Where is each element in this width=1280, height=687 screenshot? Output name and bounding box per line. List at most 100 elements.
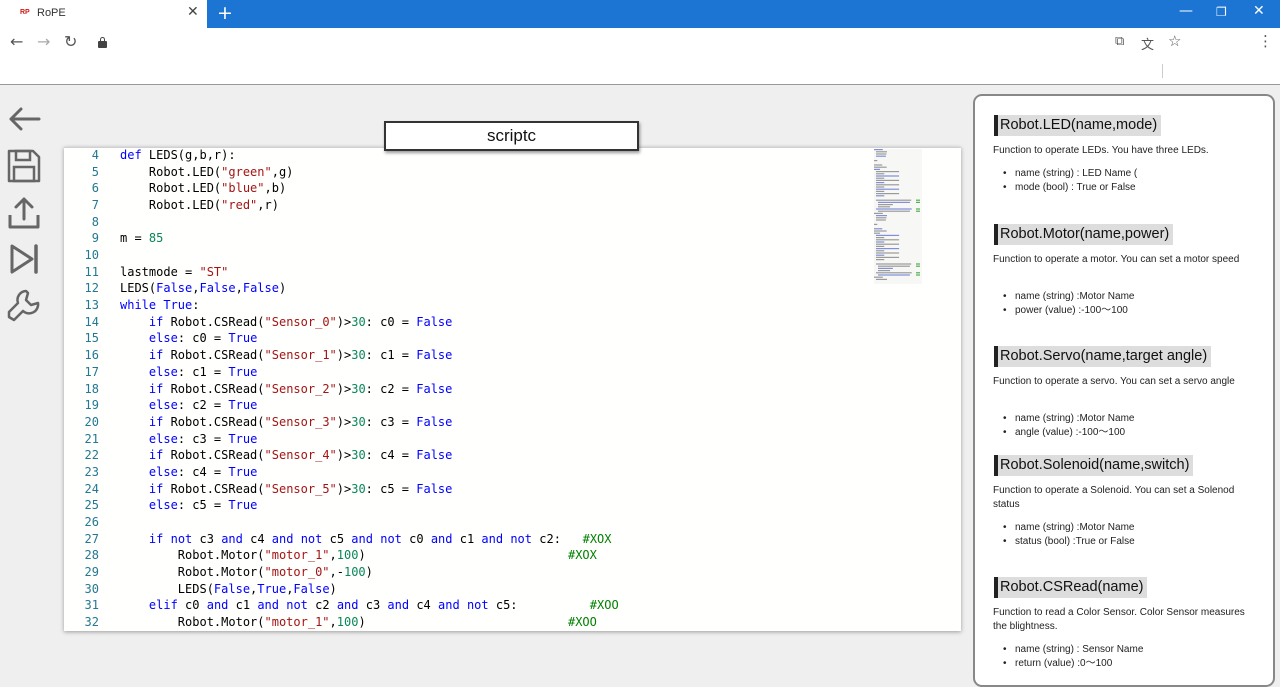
code-text[interactable]: if Robot.CSRead("Sensor_2")>30: c2 = Fal… [120, 381, 452, 398]
code-text[interactable]: else: c1 = True [120, 364, 257, 381]
new-tab-icon[interactable]: + [217, 2, 233, 24]
api-parameter-item: angle (value) :-100〜100 [1003, 426, 1125, 440]
api-function-heading: Robot.LED(name,mode) [994, 115, 1162, 136]
api-parameter-item: power (value) :-100〜100 [1003, 304, 1128, 318]
line-number: 10 [84, 248, 99, 263]
editor-minimap[interactable] [874, 149, 922, 284]
run-step-icon[interactable] [6, 241, 42, 277]
minimap-line [874, 228, 883, 230]
restore-icon[interactable]: ❐ [1216, 5, 1227, 19]
upload-icon[interactable] [6, 195, 42, 231]
bookmark-star-icon[interactable]: ☆ [1168, 32, 1181, 50]
code-text[interactable]: Robot.LED("red",r) [120, 197, 279, 214]
code-text[interactable]: else: c0 = True [120, 330, 257, 347]
code-text[interactable]: else: c5 = True [120, 497, 257, 514]
minimap-line [876, 252, 900, 254]
open-external-icon[interactable]: ⧉ [1115, 34, 1124, 49]
line-number: 12 [84, 281, 99, 296]
minimap-line [876, 153, 887, 155]
api-parameter-item: name (string) : Sensor Name [1003, 643, 1143, 657]
line-number: 24 [84, 481, 99, 496]
minimap-comment [916, 274, 920, 276]
minimap-line [876, 272, 912, 274]
api-function-description: Function to operate LEDs. You have three… [993, 145, 1209, 156]
minimap-line [876, 151, 887, 153]
line-number: 9 [91, 231, 99, 246]
minimap-line [874, 149, 883, 151]
code-text[interactable]: if Robot.CSRead("Sensor_1")>30: c1 = Fal… [120, 347, 452, 364]
minimap-line [876, 234, 900, 236]
lock-icon[interactable] [98, 37, 107, 48]
minimap-line [876, 248, 900, 250]
code-text[interactable]: elif c0 and c1 and not c2 and c3 and c4 … [120, 597, 619, 614]
minimap-line [874, 276, 883, 278]
tab-close-icon[interactable]: ✕ [187, 4, 199, 20]
code-text[interactable]: Robot.LED("blue",b) [120, 180, 286, 197]
minimap-line [876, 243, 900, 245]
code-text[interactable]: Robot.Motor("motor_1",100) #XOX [120, 547, 597, 564]
script-title[interactable]: scriptc [384, 121, 639, 151]
code-text[interactable]: def LEDS(g,b,r): [120, 147, 236, 164]
code-text[interactable]: if Robot.CSRead("Sensor_3")>30: c3 = Fal… [120, 414, 452, 431]
minimap-line [876, 241, 885, 243]
api-parameter-item: name (string) :Motor Name [1003, 290, 1135, 304]
code-text[interactable]: Robot.Motor("motor_1",100) #XOO [120, 614, 597, 631]
minimap-line [878, 206, 891, 208]
bookmark-bar [0, 58, 1280, 85]
code-editor[interactable]: 4 def LEDS(g,b,r): 5 Robot.LED("green",g) 6… [64, 147, 961, 631]
minimap-line [876, 175, 900, 177]
api-parameter-item: name (string) :Motor Name [1003, 412, 1135, 426]
line-number: 21 [84, 431, 99, 446]
api-parameter-item: status (bool) :True or False [1003, 535, 1135, 549]
code-text[interactable]: if not c3 and c4 and not c5 and not c0 a… [120, 531, 612, 548]
line-number: 8 [91, 214, 99, 229]
line-number: 29 [84, 565, 99, 579]
tab-title: RoPE [37, 7, 66, 19]
window-close-icon[interactable]: ✕ [1253, 3, 1265, 19]
back-arrow-icon[interactable]: ← [10, 32, 23, 51]
code-text[interactable]: LEDS(False,True,False) [120, 581, 337, 598]
minimap-line [878, 265, 910, 267]
minimap-line [876, 186, 885, 188]
code-text[interactable]: if Robot.CSRead("Sensor_4")>30: c4 = Fal… [120, 447, 452, 464]
forward-arrow-icon[interactable]: → [37, 32, 50, 51]
minimap-line [876, 217, 887, 219]
browser-tab[interactable]: RP RoPE ✕ [0, 0, 207, 28]
reload-icon[interactable]: ↻ [64, 32, 77, 51]
minimize-icon[interactable]: — [1179, 3, 1193, 19]
translate-icon[interactable]: 文 [1141, 34, 1154, 53]
wrench-icon[interactable] [6, 287, 42, 323]
code-text[interactable]: LEDS(False,False,False) [120, 280, 286, 297]
minimap-line [876, 239, 900, 241]
minimap-line [878, 274, 910, 276]
api-function-description: Function to operate a servo. You can set… [993, 376, 1235, 387]
line-number: 32 [84, 615, 99, 630]
api-function-heading: Robot.Solenoid(name,switch) [994, 455, 1194, 476]
bookmark-separator [1162, 64, 1163, 78]
line-number: 22 [84, 448, 99, 463]
minimap-line [876, 208, 912, 210]
minimap-comment [916, 263, 920, 265]
browser-toolbar: ← → ↻ ⧉ 文 ☆ ⋮ [0, 28, 1280, 58]
minimap-line [876, 179, 900, 181]
code-text[interactable]: if Robot.CSRead("Sensor_0")>30: c0 = Fal… [120, 314, 452, 331]
code-text[interactable]: else: c2 = True [120, 397, 257, 414]
menu-kebab-icon[interactable]: ⋮ [1258, 32, 1273, 50]
minimap-line [876, 195, 885, 197]
minimap-line [876, 254, 885, 256]
code-text[interactable]: Robot.LED("green",g) [120, 164, 294, 181]
code-text[interactable]: else: c4 = True [120, 464, 257, 481]
code-text[interactable]: Robot.Motor("motor_0",-100) [120, 564, 373, 581]
back-arrow-tool-icon[interactable] [6, 101, 42, 137]
code-text[interactable]: while True: [120, 297, 200, 314]
code-text[interactable]: lastmode = "ST" [120, 264, 228, 281]
minimap-line [876, 278, 887, 280]
api-function-heading: Robot.Servo(name,target angle) [994, 346, 1212, 367]
code-text[interactable]: m = 85 [120, 230, 163, 247]
line-number: 16 [84, 348, 99, 363]
code-text[interactable]: else: c3 = True [120, 431, 257, 448]
line-number: 30 [84, 581, 99, 596]
save-icon[interactable] [6, 148, 42, 184]
minimap-line [874, 232, 881, 234]
code-text[interactable]: if Robot.CSRead("Sensor_5")>30: c5 = Fal… [120, 481, 452, 498]
